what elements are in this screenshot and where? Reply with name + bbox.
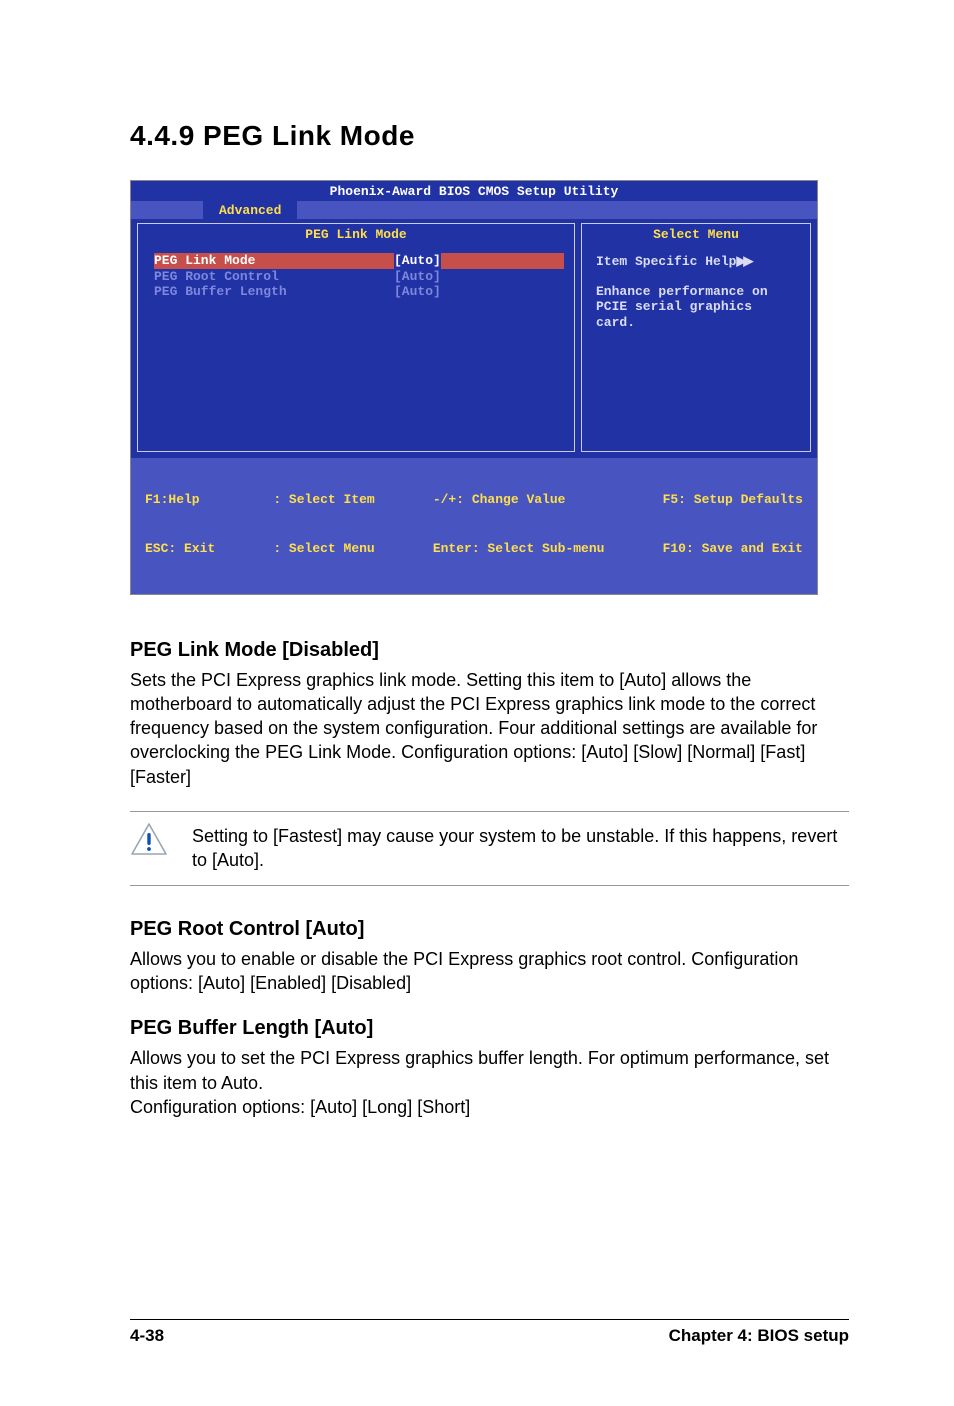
bios-help-text: Enhance performance on PCIE serial graph… bbox=[596, 284, 798, 331]
caution-icon bbox=[130, 822, 168, 856]
bios-left-panel: PEG Link Mode PEG Link Mode [Auto] PEG R… bbox=[137, 223, 575, 452]
bios-item-peg-link-mode[interactable]: PEG Link Mode [Auto] bbox=[154, 253, 564, 269]
bios-item-peg-buffer-length[interactable]: PEG Buffer Length [Auto] bbox=[154, 284, 564, 300]
body-peg-root-control: Allows you to enable or disable the PCI … bbox=[130, 947, 849, 996]
body-peg-link-mode: Sets the PCI Express graphics link mode.… bbox=[130, 668, 849, 789]
page-number: 4-38 bbox=[130, 1326, 164, 1346]
bios-tab-strip: Advanced bbox=[131, 201, 817, 219]
bios-help-header: Item Specific Help bbox=[596, 254, 736, 269]
bios-help-panel: Select Menu Item Specific Help▶▶ Enhance… bbox=[581, 223, 811, 452]
bios-item-label: PEG Root Control bbox=[154, 269, 394, 285]
bios-item-value: [Auto] bbox=[394, 269, 441, 285]
section-number-title: 4.4.9 PEG Link Mode bbox=[130, 120, 849, 152]
note-text: Setting to [Fastest] may cause your syst… bbox=[192, 822, 849, 873]
bios-left-panel-title: PEG Link Mode bbox=[138, 224, 574, 246]
bios-footer-select-item: : Select Item bbox=[273, 492, 374, 508]
bios-footer-setup-defaults: F5: Setup Defaults bbox=[663, 492, 803, 508]
bios-footer-bar: F1:Help ESC: Exit : Select Item : Select… bbox=[131, 458, 817, 594]
bios-item-peg-root-control[interactable]: PEG Root Control [Auto] bbox=[154, 269, 564, 285]
bios-item-value: [Auto] bbox=[394, 284, 441, 300]
bios-footer-help: F1:Help bbox=[145, 492, 215, 508]
bios-help-panel-title: Select Menu bbox=[582, 224, 810, 246]
bios-screenshot: Phoenix-Award BIOS CMOS Setup Utility Ad… bbox=[130, 180, 818, 595]
note-block: Setting to [Fastest] may cause your syst… bbox=[130, 811, 849, 886]
chevron-right-double-icon: ▶▶ bbox=[736, 253, 750, 268]
bios-item-label: PEG Buffer Length bbox=[154, 284, 394, 300]
body-peg-buffer-length: Allows you to set the PCI Express graphi… bbox=[130, 1046, 849, 1119]
subheading-peg-link-mode: PEG Link Mode [Disabled] bbox=[130, 639, 849, 662]
tab-advanced[interactable]: Advanced bbox=[203, 201, 297, 220]
bios-footer-save-exit: F10: Save and Exit bbox=[663, 541, 803, 557]
bios-item-value: [Auto] bbox=[394, 253, 441, 269]
chapter-label: Chapter 4: BIOS setup bbox=[669, 1326, 849, 1346]
page-footer: 4-38 Chapter 4: BIOS setup bbox=[130, 1319, 849, 1346]
bios-title: Phoenix-Award BIOS CMOS Setup Utility bbox=[131, 181, 817, 201]
subheading-peg-buffer-length: PEG Buffer Length [Auto] bbox=[130, 1017, 849, 1040]
subheading-peg-root-control: PEG Root Control [Auto] bbox=[130, 918, 849, 941]
bios-footer-change-value: -/+: Change Value bbox=[433, 492, 605, 508]
bios-footer-select-submenu: Enter: Select Sub-menu bbox=[433, 541, 605, 557]
bios-footer-exit: ESC: Exit bbox=[145, 541, 215, 557]
bios-item-label: PEG Link Mode bbox=[154, 253, 394, 269]
bios-footer-select-menu: : Select Menu bbox=[273, 541, 374, 557]
